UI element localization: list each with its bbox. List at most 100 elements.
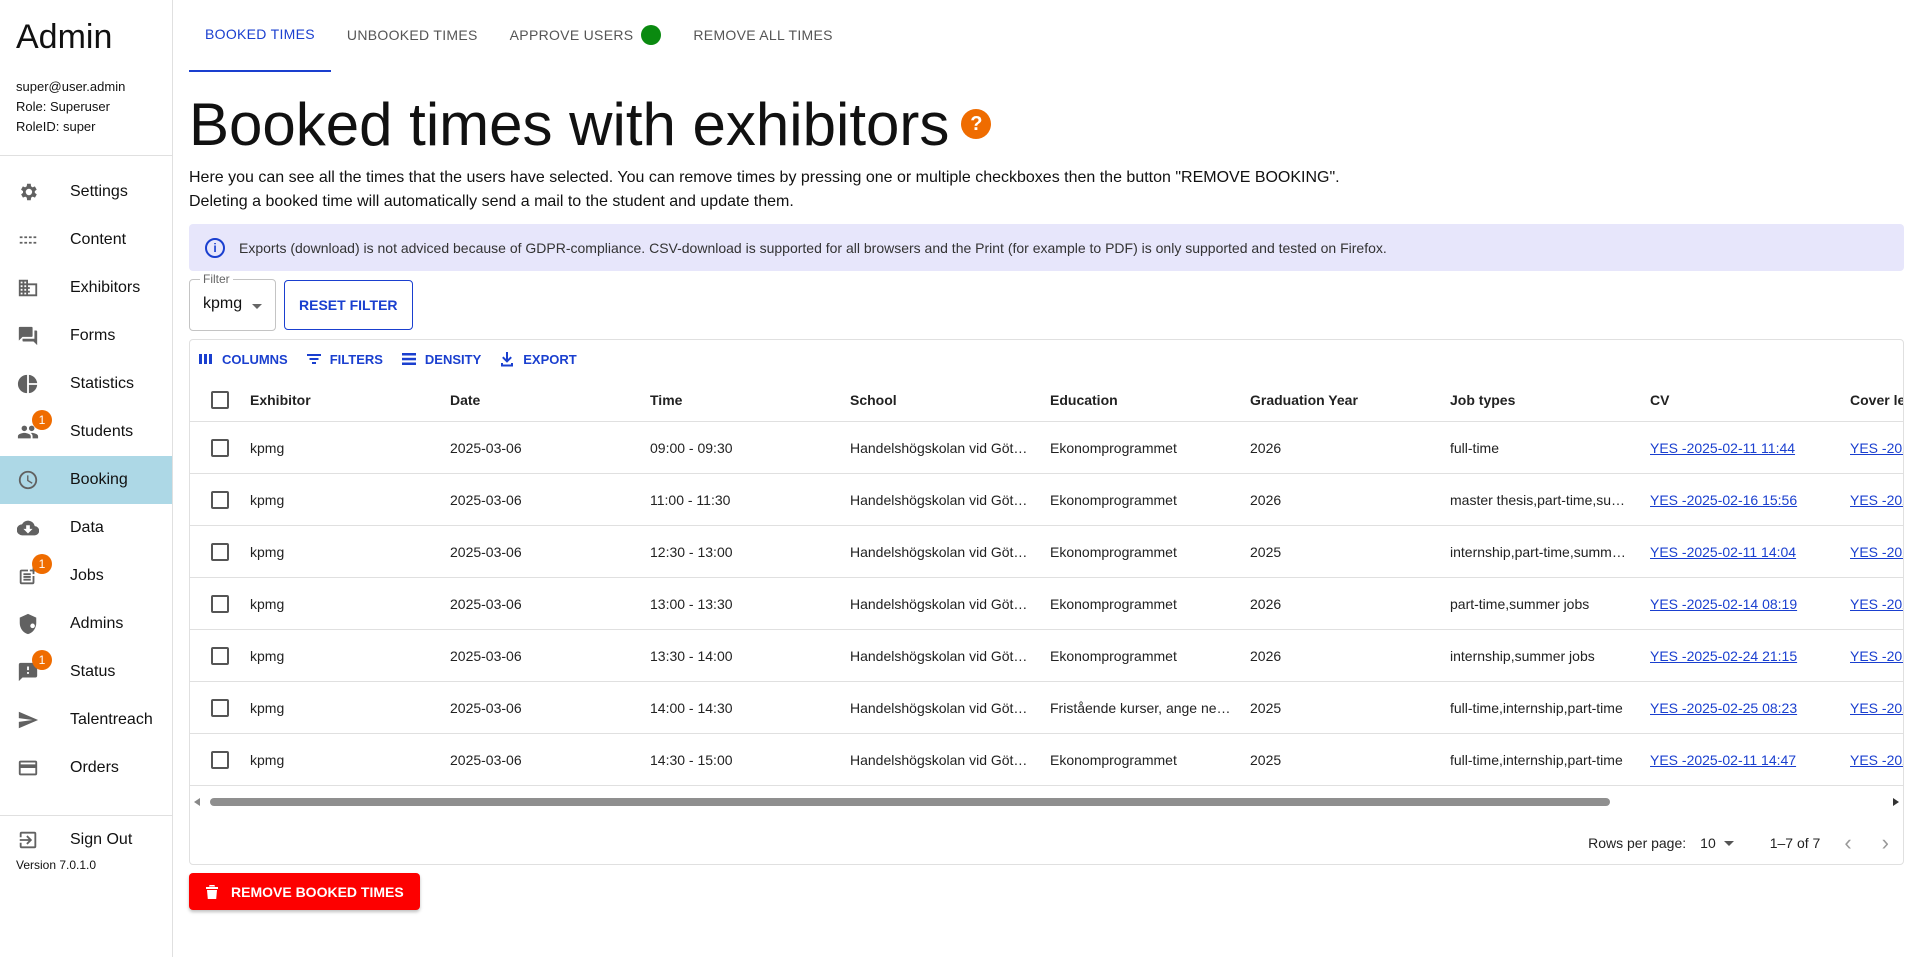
row-checkbox[interactable]	[211, 698, 229, 717]
table-row[interactable]: kpmg 2025-03-06 13:30 - 14:00 Handelshög…	[190, 630, 1903, 682]
sidebar-item-content[interactable]: Content	[0, 216, 172, 264]
sidebar-item-admins[interactable]: Admins	[0, 600, 172, 648]
notification-badge: 1	[32, 650, 52, 670]
cv-link[interactable]: YES -2025-02-11 14:04	[1650, 544, 1796, 560]
cv-link[interactable]: YES -2025-02-25 08:23	[1650, 700, 1797, 716]
column-header[interactable]: Graduation Year	[1250, 392, 1450, 408]
scroll-left-icon[interactable]	[194, 798, 200, 806]
filter-list-icon	[306, 354, 321, 364]
cover-letter-link[interactable]: YES -202	[1850, 544, 1903, 560]
sidebar-item-status[interactable]: 1 Status	[0, 648, 172, 696]
previous-page-icon[interactable]: ‹	[1844, 830, 1851, 856]
rows-per-page-value: 10	[1700, 835, 1716, 851]
user-role: Role: Superuser	[16, 99, 110, 114]
table-row[interactable]: kpmg 2025-03-06 11:00 - 11:30 Handelshög…	[190, 474, 1903, 526]
cell-school: Handelshögskolan vid Göt…	[850, 543, 1028, 560]
table-row[interactable]: kpmg 2025-03-06 13:00 - 13:30 Handelshög…	[190, 578, 1903, 630]
sidebar-item-students[interactable]: 1 Students	[0, 408, 172, 456]
table-row[interactable]: kpmg 2025-03-06 14:00 - 14:30 Handelshög…	[190, 682, 1903, 734]
gdpr-info-alert: i Exports (download) is not adviced beca…	[189, 224, 1904, 271]
cell-graduation-year: 2026	[1250, 647, 1282, 664]
booked-times-grid: COLUMNS FILTERS DENSITY EXPORT Exhibitor	[189, 339, 1904, 865]
cv-link[interactable]: YES -2025-02-11 14:47	[1650, 752, 1796, 768]
column-header[interactable]: Education	[1050, 392, 1250, 408]
sidebar-item-statistics[interactable]: Statistics	[0, 360, 172, 408]
cv-link[interactable]: YES -2025-02-16 15:56	[1650, 492, 1797, 508]
cv-link[interactable]: YES -2025-02-24 21:15	[1650, 648, 1797, 664]
help-icon[interactable]: ?	[961, 109, 992, 139]
cover-letter-link[interactable]: YES -202	[1850, 648, 1903, 664]
column-header[interactable]: Exhibitor	[250, 392, 450, 408]
cover-letter-link[interactable]: YES -202	[1850, 492, 1903, 508]
row-select-cell	[190, 542, 250, 561]
sidebar-item-data[interactable]: Data	[0, 504, 172, 552]
sidebar-item-talentreach[interactable]: Talentreach	[0, 696, 172, 744]
sidebar-item-jobs[interactable]: 1 Jobs	[0, 552, 172, 600]
column-header[interactable]: School	[850, 392, 1050, 408]
trash-icon	[206, 884, 218, 899]
columns-button[interactable]: COLUMNS	[198, 351, 288, 367]
filter-select[interactable]: Filter kpmg	[189, 272, 276, 331]
row-checkbox[interactable]	[211, 594, 229, 613]
column-header[interactable]: CV	[1650, 392, 1850, 408]
horizontal-scrollbar[interactable]	[190, 794, 1903, 810]
tab-booked-times[interactable]: BOOKED TIMES	[189, 0, 331, 72]
table-row[interactable]: kpmg 2025-03-06 09:00 - 09:30 Handelshög…	[190, 422, 1903, 474]
cover-letter-link[interactable]: YES -202	[1850, 596, 1903, 612]
cell-cover-letter: YES -202	[1850, 492, 1903, 508]
cover-letter-link[interactable]: YES -202	[1850, 440, 1903, 456]
filter-label: Filter	[200, 272, 233, 286]
info-icon: i	[205, 237, 225, 258]
filters-button[interactable]: FILTERS	[306, 351, 383, 367]
notification-badge: 1	[32, 554, 52, 574]
remove-booked-times-button[interactable]: REMOVE BOOKED TIMES	[189, 873, 420, 910]
cover-letter-link[interactable]: YES -202	[1850, 752, 1903, 768]
row-checkbox[interactable]	[211, 646, 229, 665]
reset-filter-button[interactable]: RESET FILTER	[284, 280, 413, 330]
row-checkbox[interactable]	[211, 750, 229, 769]
row-checkbox[interactable]	[211, 438, 229, 457]
next-page-icon[interactable]: ›	[1882, 830, 1889, 856]
table-row[interactable]: kpmg 2025-03-06 12:30 - 13:00 Handelshög…	[190, 526, 1903, 578]
scroll-right-icon[interactable]	[1893, 798, 1899, 806]
cell-education: Ekonomprogrammet	[1050, 751, 1177, 768]
tab-approve-users[interactable]: APPROVE USERS	[494, 0, 678, 72]
column-header[interactable]: Date	[450, 392, 650, 408]
tab-unbooked-times[interactable]: UNBOOKED TIMES	[331, 0, 494, 72]
select-all-checkbox[interactable]	[211, 390, 229, 409]
cell-date: 2025-03-06	[450, 595, 522, 612]
sidebar-item-settings[interactable]: Settings	[0, 168, 172, 216]
cell-school: Handelshögskolan vid Göt…	[850, 699, 1028, 716]
sidebar-item-orders[interactable]: Orders	[0, 744, 172, 792]
column-header[interactable]: Job types	[1450, 392, 1650, 408]
sign-out-button[interactable]: Sign Out	[0, 816, 172, 864]
cell-exhibitor: kpmg	[250, 543, 285, 560]
cv-link[interactable]: YES -2025-02-14 08:19	[1650, 596, 1797, 612]
cv-link[interactable]: YES -2025-02-11 11:44	[1650, 440, 1795, 456]
sidebar-item-booking[interactable]: Booking	[0, 456, 172, 504]
cell-job-types: master thesis,part-time,su…	[1450, 491, 1626, 508]
chevron-down-icon	[1723, 840, 1734, 846]
cover-letter-link[interactable]: YES -202	[1850, 700, 1903, 716]
density-button[interactable]: DENSITY	[401, 351, 481, 367]
cell-cover-letter: YES -202	[1850, 752, 1903, 768]
sidebar-item-label: Data	[70, 519, 104, 536]
column-header[interactable]: Cover le	[1850, 392, 1903, 408]
sidebar: Admin super@user.admin Role: Superuser R…	[0, 0, 173, 957]
table-row[interactable]: kpmg 2025-03-06 14:30 - 15:00 Handelshög…	[190, 734, 1903, 786]
download-icon	[501, 352, 514, 367]
cell-job-types: internship,summer jobs	[1450, 647, 1595, 664]
tab-remove-all-times[interactable]: REMOVE ALL TIMES	[677, 0, 848, 72]
sidebar-item-exhibitors[interactable]: Exhibitors	[0, 264, 172, 312]
column-header[interactable]: Time	[650, 392, 850, 408]
toolbar-label: FILTERS	[329, 351, 383, 367]
row-select-cell	[190, 750, 250, 769]
export-button[interactable]: EXPORT	[499, 351, 577, 367]
grid-toolbar: COLUMNS FILTERS DENSITY EXPORT	[190, 340, 1903, 378]
sidebar-item-forms[interactable]: Forms	[0, 312, 172, 360]
row-checkbox[interactable]	[211, 542, 229, 561]
clock-icon	[16, 468, 40, 492]
scrollbar-thumb[interactable]	[210, 798, 1610, 806]
rows-per-page-select[interactable]: 10	[1700, 835, 1734, 851]
row-checkbox[interactable]	[211, 490, 229, 509]
